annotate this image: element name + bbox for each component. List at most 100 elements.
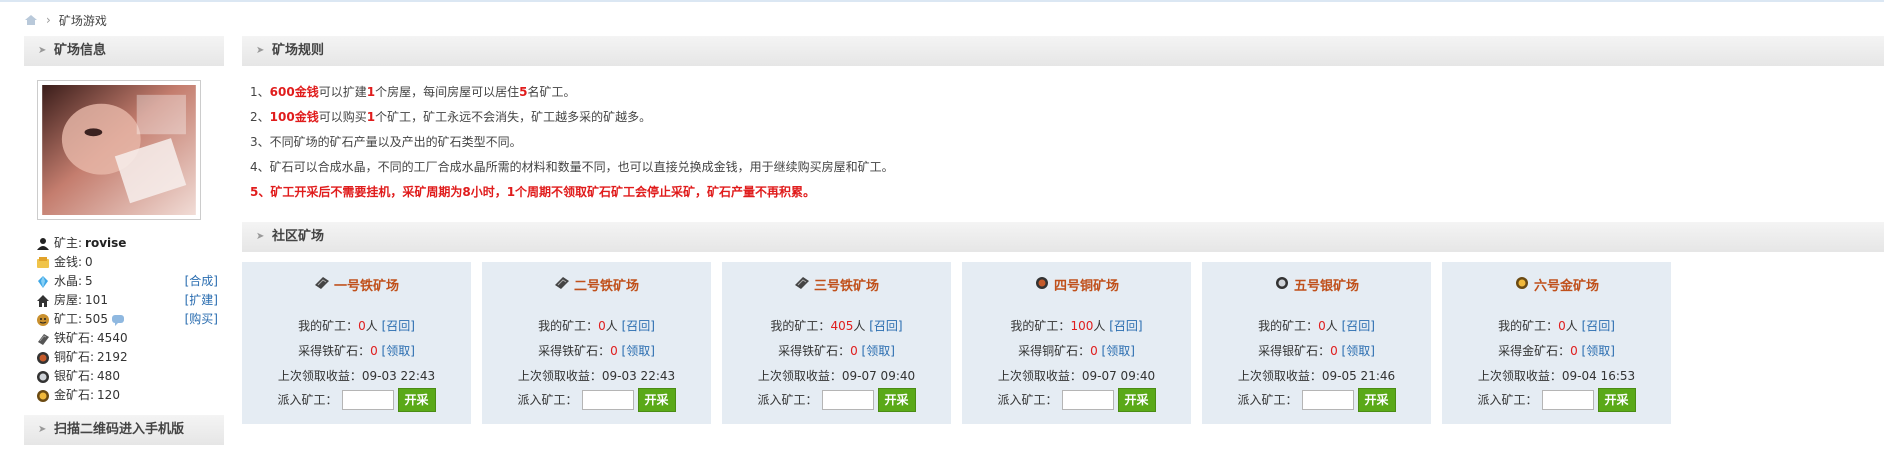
- copper-ore-icon: [37, 351, 49, 364]
- last-income-time: 09-07 09:40: [841, 369, 916, 383]
- synthesize-link[interactable]: [合成]: [185, 272, 218, 291]
- home-icon[interactable]: [24, 14, 38, 26]
- copper-mine-icon: [1034, 276, 1054, 298]
- stat-house: 房屋: 101 [扩建]: [36, 291, 218, 310]
- last-income-time: 09-04 16:53: [1561, 369, 1636, 383]
- mine-stats: 矿主: rovise 金钱: 0 水晶: 5 [合成] 房屋: 101 [扩建]…: [36, 234, 218, 405]
- collect-link[interactable]: [领取]: [1102, 344, 1135, 358]
- last-income-time: 09-05 21:46: [1321, 369, 1396, 383]
- stat-iron-ore: 铁矿石: 4540: [36, 329, 218, 348]
- mine-cards: 一号铁矿场 我的矿工：0人 [召回] 采得铁矿石：0 [领取] 上次领取收益：09-0…: [242, 262, 1671, 424]
- gold-ore-icon: [37, 389, 49, 402]
- ore-count: 0: [1570, 344, 1578, 358]
- qr-title: 扫描二维码进入手机版: [54, 422, 185, 437]
- collect-link[interactable]: [领取]: [1582, 344, 1615, 358]
- last-income-line: 上次领取收益：09-05 21:46: [1237, 369, 1396, 383]
- mine-card: 五号银矿场我的矿工：0人 [召回] 采得银矿石：0 [领取] 上次领取收益：09-0…: [1202, 262, 1431, 424]
- collect-link[interactable]: [领取]: [382, 344, 415, 358]
- my-miners-line: 我的矿工：0人 [召回]: [538, 319, 655, 333]
- dispatch-input[interactable]: [821, 390, 874, 410]
- top-border: [0, 0, 1884, 2]
- mine-title: 三号铁矿场: [722, 276, 951, 298]
- start-mining-button[interactable]: 开采: [1597, 388, 1636, 412]
- community-title: 社区矿场: [272, 229, 325, 244]
- mine-title: 二号铁矿场: [482, 276, 711, 298]
- ore-count: 0: [1090, 344, 1098, 358]
- dispatch-line: 派入矿工： 开采: [242, 388, 471, 412]
- stat-crystal: 水晶: 5 [合成]: [36, 272, 218, 291]
- dispatch-line: 派入矿工： 开采: [722, 388, 951, 412]
- ore-line: 采得金矿石：0 [领取]: [1498, 344, 1615, 358]
- my-miners-line: 我的矿工：0人 [召回]: [298, 319, 415, 333]
- miner-icon: [37, 313, 49, 326]
- start-mining-button[interactable]: 开采: [637, 388, 676, 412]
- dispatch-input[interactable]: [1061, 390, 1114, 410]
- buy-miner-link[interactable]: [购买]: [185, 310, 218, 329]
- silver-mine-icon: [1274, 276, 1294, 298]
- iron-mine-icon: [794, 276, 814, 298]
- user-icon: [37, 237, 49, 250]
- recall-link[interactable]: [召回]: [869, 319, 902, 333]
- my-miners-line: 我的矿工：0人 [召回]: [1258, 319, 1375, 333]
- stat-miners: 矿工: 505 [购买]: [36, 310, 218, 329]
- rule-item: 4、矿石可以合成水晶，不同的工厂合成水晶所需的材料和数量不同，也可以直接兑换成金…: [250, 160, 894, 174]
- start-mining-button[interactable]: 开采: [397, 388, 436, 412]
- recall-link[interactable]: [召回]: [382, 319, 415, 333]
- avatar-image: [42, 85, 196, 215]
- mine-card: 一号铁矿场 我的矿工：0人 [召回] 采得铁矿石：0 [领取] 上次领取收益：09-0…: [242, 262, 471, 424]
- ore-count: 0: [370, 344, 378, 358]
- last-income-line: 上次领取收益：09-07 09:40: [757, 369, 916, 383]
- rules-header: ➤ 矿场规则: [242, 36, 1884, 66]
- breadcrumb: › 矿场游戏: [24, 10, 107, 30]
- dispatch-input[interactable]: [1301, 390, 1354, 410]
- dispatch-input[interactable]: [1541, 390, 1594, 410]
- stat-money: 金钱: 0: [36, 253, 218, 272]
- my-miners-line: 我的矿工：0人 [召回]: [1498, 319, 1615, 333]
- avatar: [37, 80, 201, 220]
- mine-card: 四号铜矿场 我的矿工：100人 [召回] 采得铜矿石：0 [领取] 上次领取收益：09…: [962, 262, 1191, 424]
- last-income-line: 上次领取收益：09-04 16:53: [1477, 369, 1636, 383]
- mine-card: 六号金矿场 我的矿工：0人 [召回] 采得金矿石：0 [领取] 上次领取收益：09-0…: [1442, 262, 1671, 424]
- ore-line: 采得铁矿石：0 [领取]: [298, 344, 415, 358]
- last-income-line: 上次领取收益：09-07 09:40: [997, 369, 1156, 383]
- bullet-arrow-icon: ➤: [256, 231, 265, 242]
- ore-count: 0: [610, 344, 618, 358]
- recall-link[interactable]: [召回]: [1109, 319, 1142, 333]
- qr-header[interactable]: ➤ 扫描二维码进入手机版: [24, 415, 224, 445]
- mine-title: 五号银矿场: [1202, 276, 1431, 298]
- gold-mine-icon: [1514, 276, 1534, 298]
- breadcrumb-current: 矿场游戏: [58, 13, 107, 28]
- ore-line: 采得银矿石：0 [领取]: [1258, 344, 1375, 358]
- start-mining-button[interactable]: 开采: [1117, 388, 1156, 412]
- start-mining-button[interactable]: 开采: [1357, 388, 1396, 412]
- miner-count: 0: [1318, 319, 1326, 333]
- rule-item-warning: 5、矿工开采后不需要挂机，采矿周期为8小时，1个周期不领取矿石矿工会停止采矿，矿…: [250, 185, 816, 199]
- collect-link[interactable]: [领取]: [862, 344, 895, 358]
- miner-count: 100: [1070, 319, 1094, 333]
- iron-ore-icon: [38, 333, 49, 345]
- owner-name: rovise: [85, 236, 127, 250]
- my-miners-line: 我的矿工：100人 [召回]: [1010, 319, 1143, 333]
- miner-count: 0: [598, 319, 606, 333]
- dispatch-input[interactable]: [341, 390, 394, 410]
- miner-count: 0: [1558, 319, 1566, 333]
- recall-link[interactable]: [召回]: [622, 319, 655, 333]
- miner-count: 405: [830, 319, 854, 333]
- last-income-line: 上次领取收益：09-03 22:43: [517, 369, 676, 383]
- collect-link[interactable]: [领取]: [1342, 344, 1375, 358]
- mine-card: 三号铁矿场 我的矿工：405人 [召回] 采得铁矿石：0 [领取] 上次领取收益：09…: [722, 262, 951, 424]
- recall-link[interactable]: [召回]: [1342, 319, 1375, 333]
- expand-link[interactable]: [扩建]: [185, 291, 218, 310]
- dispatch-input[interactable]: [581, 390, 634, 410]
- last-income-time: 09-07 09:40: [1081, 369, 1156, 383]
- collect-link[interactable]: [领取]: [622, 344, 655, 358]
- chat-bubble-icon[interactable]: [111, 313, 125, 327]
- stat-silver-ore: 银矿石: 480: [36, 367, 218, 386]
- recall-link[interactable]: [召回]: [1582, 319, 1615, 333]
- start-mining-button[interactable]: 开采: [877, 388, 916, 412]
- last-income-time: 09-03 22:43: [601, 369, 676, 383]
- rules-title: 矿场规则: [272, 43, 325, 58]
- mine-title: 四号铜矿场: [962, 276, 1191, 298]
- silver-ore-icon: [37, 370, 49, 383]
- mine-info-title: 矿场信息: [54, 43, 107, 58]
